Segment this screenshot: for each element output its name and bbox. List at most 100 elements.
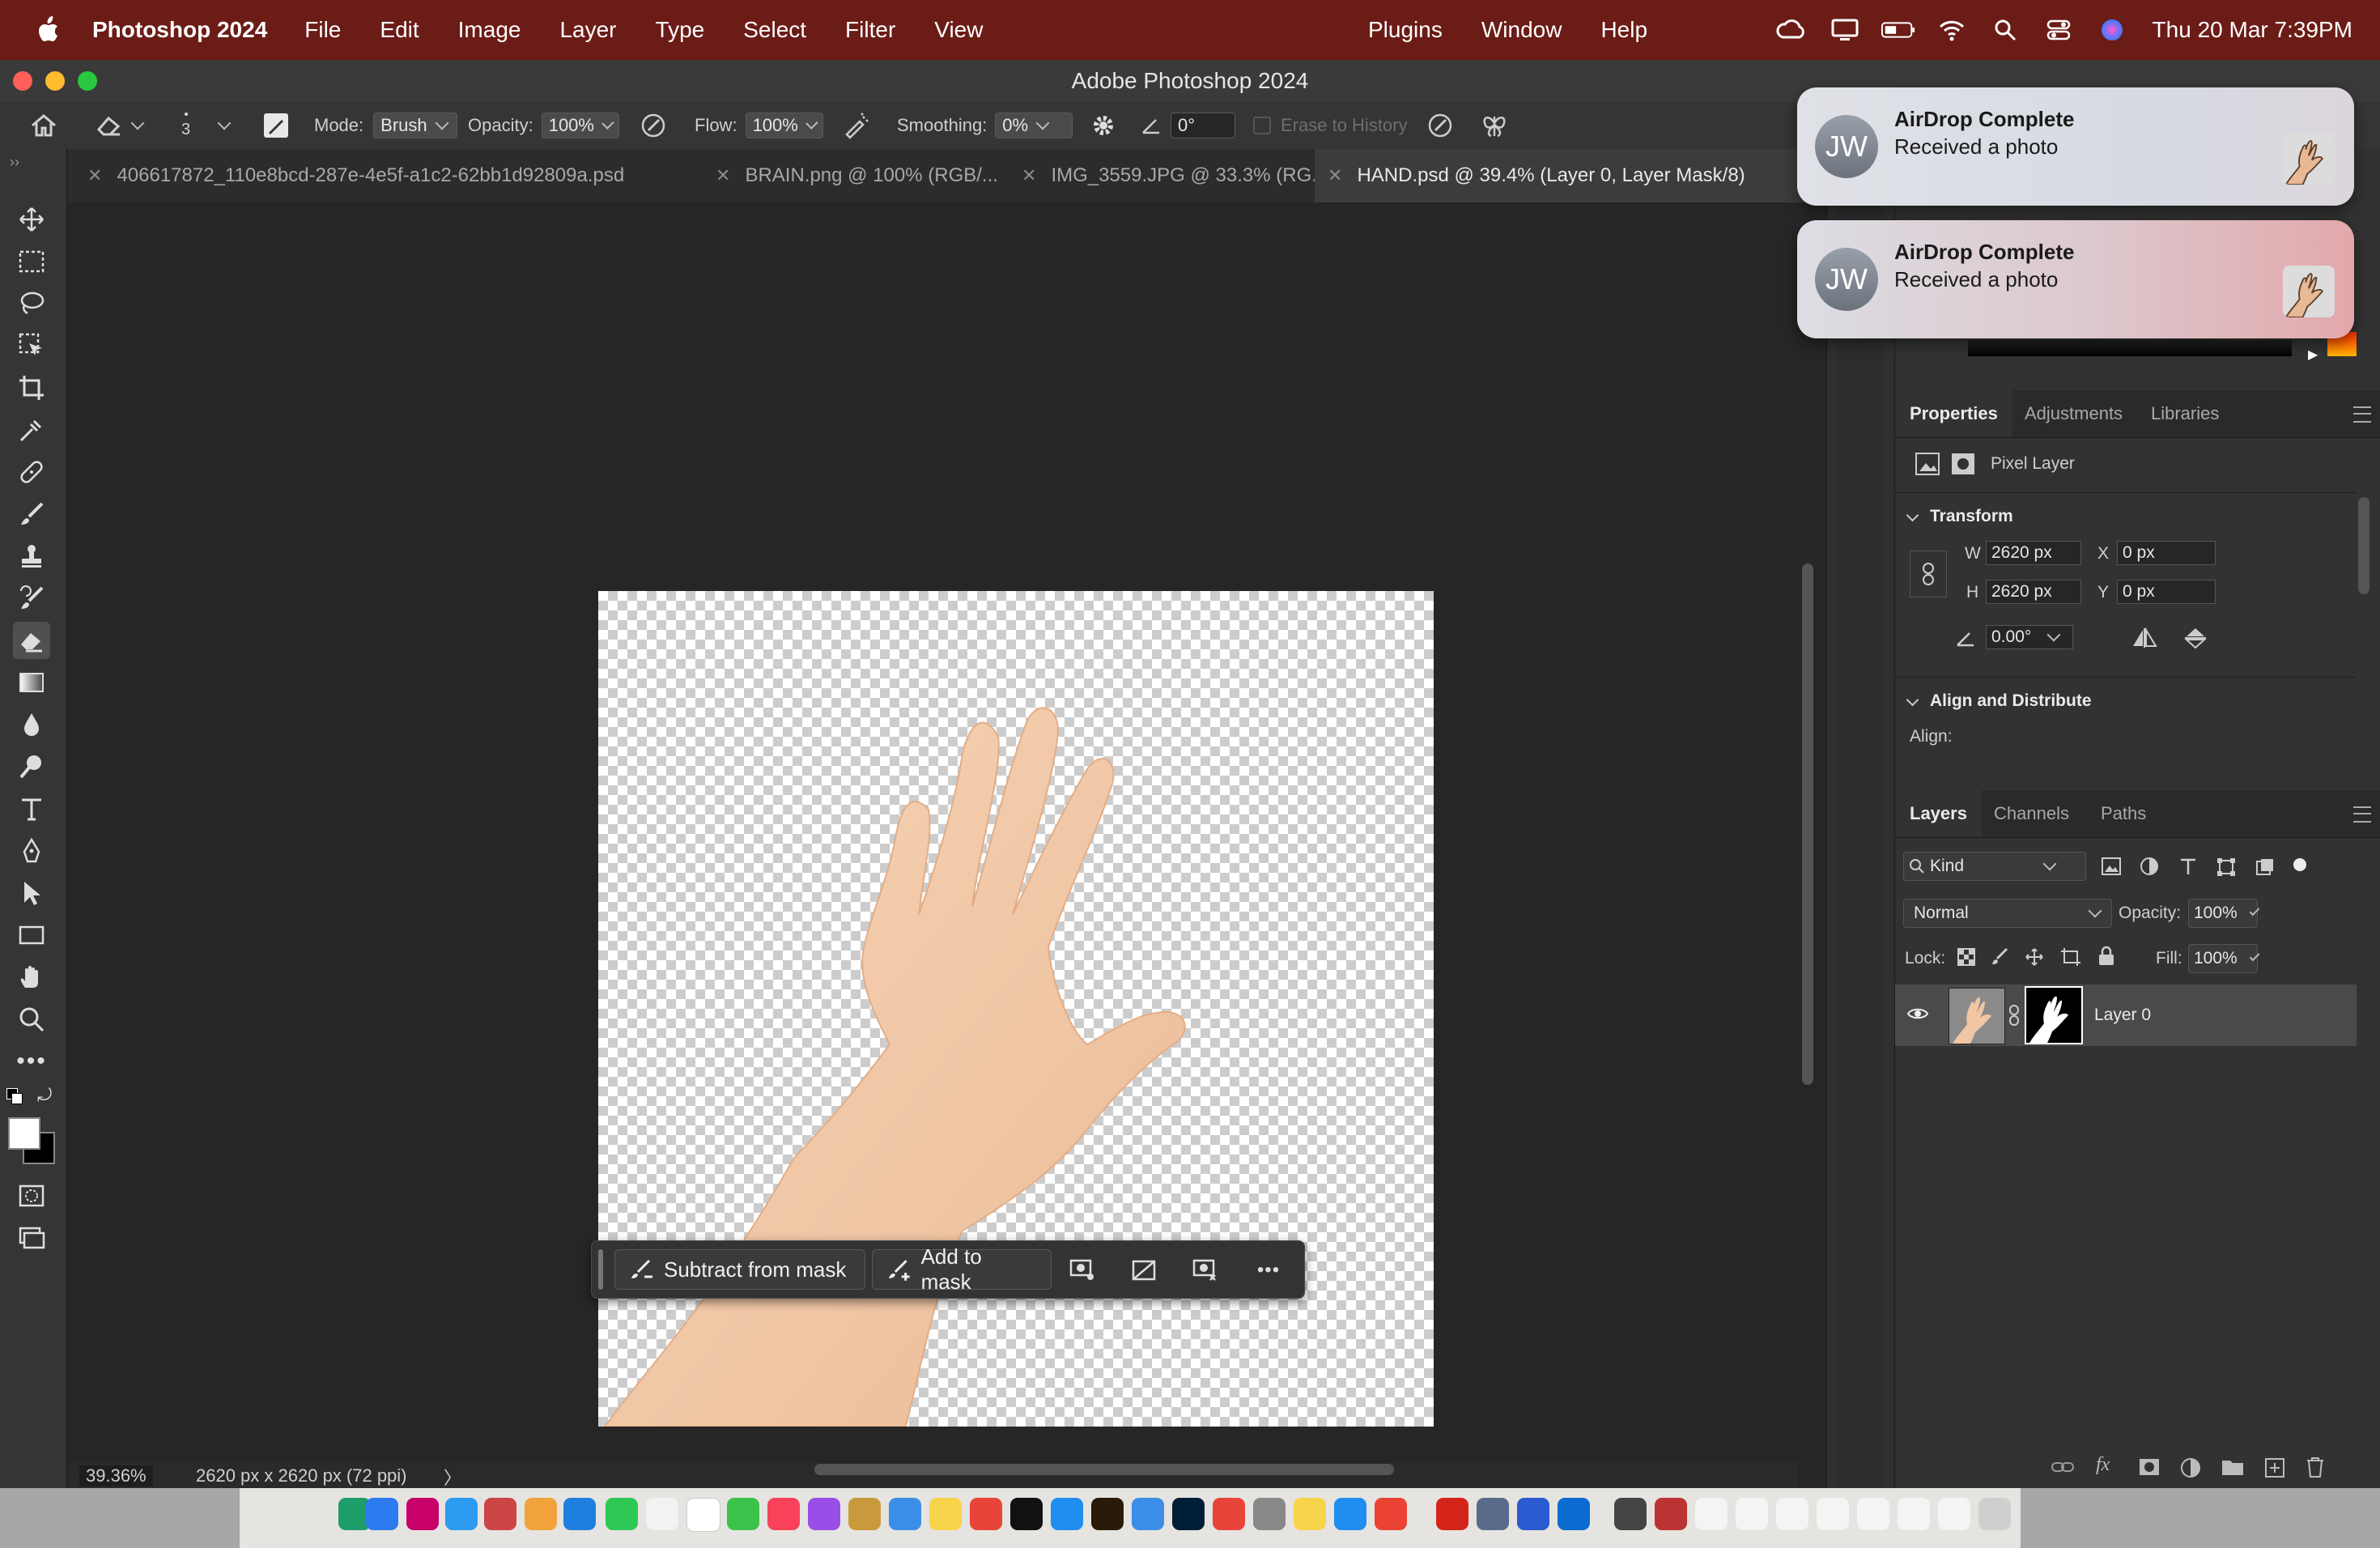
healing-brush-tool[interactable] [13, 453, 50, 491]
filter-toggle-icon[interactable] [2293, 858, 2306, 871]
pixel-filter-icon[interactable] [2101, 857, 2122, 876]
flip-horizontal-icon[interactable] [2130, 627, 2159, 649]
control-center-icon[interactable] [2041, 12, 2076, 48]
chain-link-icon[interactable] [2008, 1004, 2020, 1027]
collapse-panel-icon[interactable]: ›› [10, 154, 19, 171]
pen-tool[interactable] [13, 832, 50, 870]
blur-tool[interactable] [13, 706, 50, 743]
close-tab-icon[interactable]: ✕ [87, 165, 102, 186]
dodge-tool[interactable] [13, 748, 50, 785]
lock-pixels-icon[interactable] [1991, 947, 2010, 967]
opacity-field[interactable]: 100% [541, 113, 619, 138]
airdrop-notification[interactable]: JW AirDrop Complete Received a photo [1797, 87, 2354, 206]
vertical-scrollbar[interactable] [1802, 563, 1813, 1085]
adjustment-filter-icon[interactable] [2140, 857, 2159, 876]
dock-document-icon[interactable] [1938, 1498, 1970, 1530]
layer-name[interactable]: Layer 0 [2094, 1006, 2151, 1025]
launchpad-icon[interactable] [484, 1498, 516, 1530]
eye-visibility-icon[interactable] [1906, 1006, 1929, 1022]
mode-dropdown[interactable]: Brush [373, 113, 458, 138]
erase-history-checkbox[interactable] [1253, 117, 1271, 134]
dock-app-icon[interactable] [970, 1498, 1002, 1530]
messages-icon[interactable] [727, 1498, 759, 1530]
shape-filter-icon[interactable] [2216, 857, 2237, 878]
path-selection-tool[interactable] [13, 874, 50, 912]
disable-mask-button[interactable] [1126, 1252, 1162, 1288]
pressure-opacity-button[interactable] [640, 102, 667, 149]
dock-document-icon[interactable] [1898, 1498, 1930, 1530]
lock-artboard-icon[interactable] [2060, 947, 2081, 967]
fill-field[interactable]: 100% [2188, 944, 2260, 973]
link-layers-icon[interactable] [2051, 1459, 2075, 1475]
menu-plugins[interactable]: Plugins [1368, 17, 1443, 43]
drag-handle[interactable] [598, 1249, 603, 1290]
tab-adjustments[interactable]: Adjustments [2025, 390, 2123, 437]
mask-options-button[interactable] [1065, 1252, 1100, 1288]
gradient-tool[interactable] [13, 664, 50, 701]
dock-app-icon[interactable] [1477, 1498, 1509, 1530]
notes-icon[interactable] [929, 1498, 962, 1530]
add-to-mask-button[interactable]: Add to mask [872, 1244, 1052, 1294]
lock-transparent-icon[interactable] [1957, 947, 1976, 967]
pressure-size-button[interactable] [1426, 102, 1454, 149]
dock-document-icon[interactable] [1776, 1498, 1808, 1530]
music-icon[interactable] [767, 1498, 800, 1530]
layer-mask-thumbnail[interactable] [2025, 986, 2083, 1044]
rectangle-tool[interactable] [13, 916, 50, 954]
app-store-icon[interactable] [563, 1498, 596, 1530]
tool-preset-picker[interactable] [96, 102, 145, 149]
zoom-level-field[interactable]: 39.36% [79, 1465, 153, 1486]
eyedropper-tool[interactable] [13, 411, 50, 449]
smoothing-field[interactable]: 0% [995, 113, 1073, 138]
tab-hand-psd[interactable]: ✕ HAND.psd @ 39.4% (Layer 0, Layer Mask/8… [1315, 149, 1812, 202]
layer-opacity-field[interactable]: 100% [2188, 899, 2260, 928]
lasso-tool[interactable] [13, 285, 50, 322]
height-field[interactable]: 2620 px [1986, 580, 2081, 604]
menu-edit[interactable]: Edit [380, 17, 419, 43]
tab-document-psd[interactable]: ✕ 406617872_110e8bcd-287e-4e5f-a1c2-62bb1… [68, 149, 717, 202]
clone-stamp-tool[interactable] [13, 538, 50, 575]
type-filter-icon[interactable] [2178, 857, 2198, 876]
menu-type[interactable]: Type [656, 17, 705, 43]
system-settings-icon[interactable] [1253, 1498, 1286, 1530]
dock-document-icon[interactable] [1736, 1498, 1768, 1530]
menu-image[interactable]: Image [458, 17, 521, 43]
x-position-field[interactable]: 0 px [2117, 541, 2216, 565]
menu-layer[interactable]: Layer [559, 17, 616, 43]
dock-document-icon[interactable] [1857, 1498, 1889, 1530]
apple-tv-icon[interactable] [1010, 1498, 1043, 1530]
siri-icon[interactable] [2094, 12, 2130, 48]
smart-object-filter-icon[interactable] [2255, 857, 2276, 878]
layer-row[interactable]: Layer 0 [1895, 985, 2357, 1046]
eraser-tool[interactable] [13, 622, 50, 659]
invert-mask-button[interactable] [1188, 1252, 1223, 1288]
battery-icon[interactable] [1881, 12, 1916, 48]
app-store-icon[interactable] [1051, 1498, 1083, 1530]
zoom-tool[interactable] [13, 1001, 50, 1038]
menu-view[interactable]: View [934, 17, 983, 43]
tab-paths[interactable]: Paths [2101, 790, 2146, 837]
dock-app-icon[interactable] [848, 1498, 881, 1530]
flow-field[interactable]: 100% [745, 113, 823, 138]
menu-select[interactable]: Select [743, 17, 806, 43]
reminders-icon[interactable] [646, 1498, 678, 1530]
acrobat-icon[interactable] [1436, 1498, 1468, 1530]
screen-mode-button[interactable] [13, 1219, 50, 1257]
canvas-area[interactable]: Subtract from mask Add to mask ••• [68, 202, 1813, 1462]
tab-brain[interactable]: ✕ BRAIN.png @ 100% (RGB/... [699, 149, 1018, 202]
brush-tool[interactable] [13, 495, 50, 533]
trash-icon[interactable] [1978, 1498, 2011, 1530]
horizontal-scrollbar[interactable] [814, 1464, 1394, 1475]
app-menu[interactable]: Photoshop 2024 [92, 17, 267, 43]
move-tool[interactable] [13, 201, 50, 238]
symmetry-button[interactable] [1480, 102, 1509, 149]
calendar-icon[interactable] [686, 1498, 720, 1532]
constrain-proportions-button[interactable] [1910, 551, 1947, 598]
word-icon[interactable] [1517, 1498, 1549, 1530]
panel-menu-icon[interactable] [2353, 806, 2371, 823]
new-adjustment-layer-icon[interactable] [2180, 1457, 2201, 1478]
panel-menu-icon[interactable] [2353, 406, 2371, 423]
tab-properties[interactable]: Properties [1895, 390, 2012, 437]
hand-tool[interactable] [13, 959, 50, 996]
more-options-button[interactable]: ••• [1251, 1252, 1286, 1288]
